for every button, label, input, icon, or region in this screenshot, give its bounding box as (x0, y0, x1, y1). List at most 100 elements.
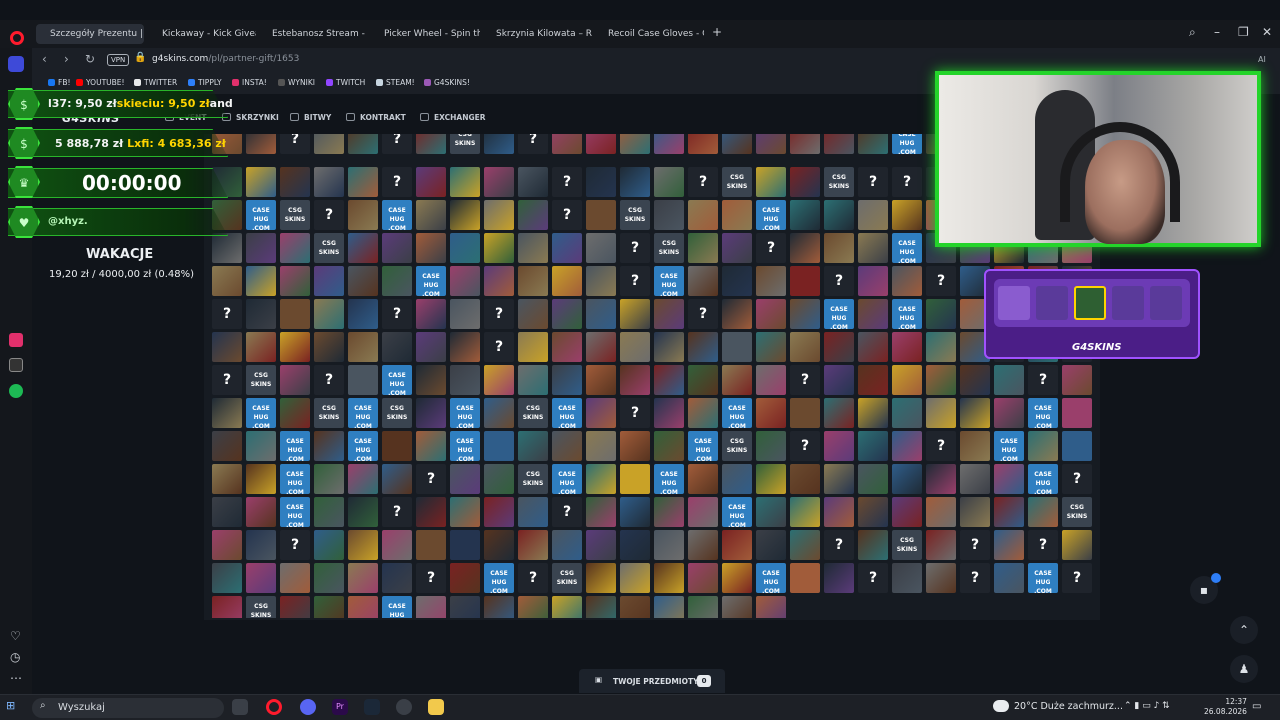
participant-avatar[interactable]: ? (280, 134, 310, 154)
participant-avatar[interactable] (586, 365, 616, 395)
participant-avatar[interactable] (790, 200, 820, 230)
participant-avatar[interactable] (552, 530, 582, 560)
participant-avatar[interactable] (484, 530, 514, 560)
tab-picker-wheel[interactable]: Picker Wheel - Spin the W (370, 24, 480, 44)
participant-avatar[interactable] (790, 266, 820, 296)
vpn-badge[interactable]: VPN (107, 54, 130, 66)
participant-avatar[interactable] (212, 233, 242, 263)
participant-avatar[interactable] (348, 563, 378, 593)
participant-avatar[interactable]: ? (1028, 530, 1058, 560)
participant-avatar[interactable] (212, 398, 242, 428)
participant-avatar[interactable] (926, 398, 956, 428)
participant-avatar[interactable] (892, 200, 922, 230)
participant-avatar[interactable] (1062, 365, 1092, 395)
participant-avatar[interactable] (484, 200, 514, 230)
participant-avatar[interactable] (926, 464, 956, 494)
obs-taskbar-icon[interactable] (396, 699, 412, 715)
participant-avatar[interactable] (858, 233, 888, 263)
participant-avatar[interactable] (688, 530, 718, 560)
participant-avatar[interactable] (688, 134, 718, 154)
participant-avatar[interactable] (620, 563, 650, 593)
participant-avatar[interactable] (858, 365, 888, 395)
participant-avatar[interactable] (586, 134, 616, 154)
participant-avatar[interactable] (688, 233, 718, 263)
participant-avatar[interactable] (212, 596, 242, 618)
participant-avatar[interactable] (348, 266, 378, 296)
participant-avatar[interactable] (416, 332, 446, 362)
participant-avatar[interactable] (790, 464, 820, 494)
bookmark-fb[interactable]: FB! (48, 78, 70, 87)
participant-avatar[interactable] (416, 134, 446, 154)
participant-avatar[interactable] (280, 398, 310, 428)
participant-avatar[interactable] (552, 134, 582, 154)
participant-avatar[interactable] (518, 530, 548, 560)
participant-avatar[interactable] (348, 134, 378, 154)
participant-avatar[interactable] (586, 266, 616, 296)
participant-avatar[interactable] (586, 200, 616, 230)
participant-avatar[interactable] (926, 365, 956, 395)
participant-avatar[interactable]: ? (960, 563, 990, 593)
participant-avatar[interactable] (620, 596, 650, 618)
participant-avatar[interactable] (858, 497, 888, 527)
participant-avatar[interactable] (246, 233, 276, 263)
participant-avatar[interactable] (654, 563, 684, 593)
spotify-side-icon[interactable] (9, 384, 23, 398)
participant-avatar[interactable] (688, 596, 718, 618)
participant-avatar[interactable] (858, 464, 888, 494)
tab-recoil-case[interactable]: Recoil Case Gloves - CS2 (594, 24, 704, 44)
participant-avatar[interactable] (586, 431, 616, 461)
bookmark-steam[interactable]: STEAM! (376, 78, 415, 87)
participant-avatar[interactable] (688, 266, 718, 296)
participant-avatar[interactable] (450, 200, 480, 230)
participant-avatar[interactable] (416, 398, 446, 428)
participant-avatar[interactable]: CSG SKINS (518, 464, 548, 494)
participant-avatar[interactable] (484, 431, 514, 461)
participant-avatar[interactable]: ? (688, 167, 718, 197)
participant-avatar[interactable] (620, 299, 650, 329)
participant-avatar[interactable] (246, 332, 276, 362)
participant-avatar[interactable] (824, 365, 854, 395)
participant-avatar[interactable] (688, 332, 718, 362)
participant-avatar[interactable]: CSG SKINS (450, 134, 480, 154)
participant-avatar[interactable] (926, 497, 956, 527)
participant-avatar[interactable] (552, 266, 582, 296)
participant-avatar[interactable] (314, 266, 344, 296)
participant-avatar[interactable] (722, 299, 752, 329)
lock-icon[interactable]: 🔒 (134, 52, 146, 63)
participant-avatar[interactable] (586, 497, 616, 527)
participant-avatar[interactable] (756, 398, 786, 428)
participant-avatar[interactable] (586, 530, 616, 560)
participant-avatar[interactable] (246, 464, 276, 494)
participant-avatar[interactable] (994, 563, 1024, 593)
participant-avatar[interactable] (722, 233, 752, 263)
participant-avatar[interactable]: ? (688, 299, 718, 329)
participant-avatar[interactable] (620, 497, 650, 527)
participant-avatar[interactable]: ? (824, 266, 854, 296)
participant-avatar[interactable] (518, 332, 548, 362)
participant-avatar[interactable]: ? (858, 563, 888, 593)
participant-avatar[interactable] (756, 497, 786, 527)
participant-avatar[interactable]: CASE HUG .COM (280, 497, 310, 529)
participant-avatar[interactable] (756, 431, 786, 461)
participant-avatar[interactable] (858, 200, 888, 230)
new-tab-button[interactable]: + (712, 25, 722, 39)
participant-avatar[interactable] (314, 497, 344, 527)
ai-button[interactable]: AI (1258, 55, 1266, 64)
participant-avatar[interactable] (586, 299, 616, 329)
windows-icon[interactable]: ⊞ (6, 699, 22, 715)
participant-avatar[interactable] (790, 299, 820, 329)
participant-avatar[interactable] (790, 332, 820, 362)
participant-avatar[interactable] (382, 233, 412, 263)
participant-avatar[interactable]: CASE HUG .COM (994, 431, 1024, 463)
participant-avatar[interactable] (246, 530, 276, 560)
participant-avatar[interactable] (892, 497, 922, 527)
participant-avatar[interactable] (348, 167, 378, 197)
participant-avatar[interactable] (892, 431, 922, 461)
participant-avatar[interactable] (280, 299, 310, 329)
participant-avatar[interactable]: CASE HUG .COM (382, 596, 412, 618)
nav-exchanger[interactable]: EXCHANGER (420, 113, 486, 122)
participant-avatar[interactable] (212, 563, 242, 593)
participant-avatar[interactable] (858, 332, 888, 362)
participant-avatar[interactable] (246, 299, 276, 329)
participant-avatar[interactable]: ? (382, 167, 412, 197)
